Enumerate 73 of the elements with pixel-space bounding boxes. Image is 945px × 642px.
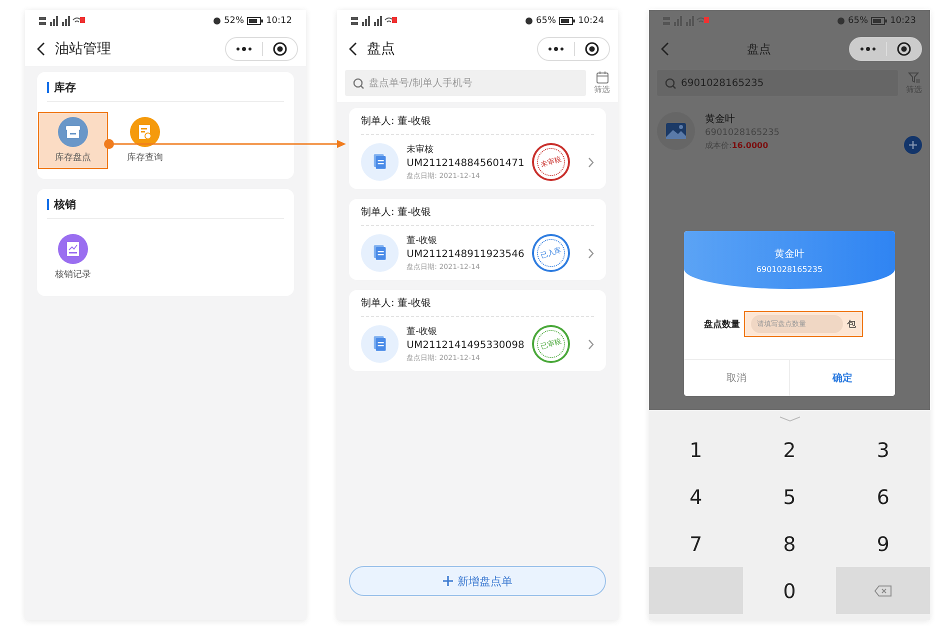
close-icon[interactable] [897, 42, 911, 56]
menu-item-label: 库存查询 [127, 152, 163, 164]
back-icon[interactable] [37, 42, 45, 56]
battery-icon [247, 17, 264, 25]
battery-percent: 65% [848, 16, 868, 26]
section-title: 核销 [54, 197, 76, 212]
alarm-icon [837, 17, 846, 25]
plus-icon [442, 576, 452, 586]
document-search-icon [130, 117, 160, 147]
capsule-menu[interactable] [537, 37, 610, 61]
signal-icon [39, 16, 85, 26]
menu-item-label: 库存盘点 [55, 152, 91, 164]
menu-item[interactable]: 核销记录 [38, 229, 108, 286]
document-icon [361, 325, 399, 363]
capsule-menu[interactable] [225, 37, 298, 61]
order-name: 董-收银 [406, 326, 438, 338]
menu-item-label: 核销记录 [55, 268, 91, 281]
calendar-icon [596, 71, 608, 84]
page-title: 盘点 [746, 40, 772, 58]
document-icon [361, 143, 399, 181]
page-title: 盘点 [367, 40, 396, 58]
battery-icon [871, 17, 888, 25]
order-name: 未审核 [406, 144, 435, 156]
filter-button[interactable]: 筛选 [594, 71, 610, 95]
box-icon [58, 117, 88, 147]
search-placeholder: 盘点单号/制单人手机号 [369, 76, 472, 90]
search-value: 6901028165235 [681, 78, 764, 88]
back-icon[interactable] [349, 42, 357, 56]
order-number: UM2112141495330098 [406, 340, 524, 351]
chart-icon [58, 234, 88, 264]
chevron-right-icon [588, 156, 594, 168]
chevron-right-icon [588, 338, 594, 350]
image-icon [657, 112, 695, 150]
unit-label: 包 [847, 318, 856, 330]
capsule-menu[interactable] [849, 37, 922, 61]
battery-percent: 65% [536, 16, 556, 26]
more-icon[interactable] [548, 47, 564, 51]
order-number: UM2112148911923546 [406, 249, 524, 260]
search-icon [353, 78, 364, 88]
order-maker: 制单人: 董-收银 [361, 296, 594, 317]
signal-icon [663, 16, 709, 26]
menu-item[interactable]: 库存盘点 [38, 112, 108, 169]
status-time: 10:12 [266, 16, 292, 26]
section-title: 库存 [54, 80, 76, 95]
order-name: 董-收银 [406, 234, 438, 247]
menu-item[interactable]: 库存查询 [110, 112, 180, 169]
page-title: 油站管理 [55, 40, 112, 58]
close-icon[interactable] [585, 42, 599, 56]
dialog-title: 黄金叶 [774, 248, 804, 260]
alarm-icon [525, 17, 534, 25]
search-icon [665, 78, 676, 88]
cancel-button[interactable]: 取消 [684, 360, 790, 396]
battery-icon [559, 17, 576, 25]
battery-percent: 52% [224, 16, 244, 26]
order-number: UM2112148845601471 [406, 158, 524, 169]
add-icon[interactable] [904, 136, 922, 154]
product-name: 黄金叶 [705, 112, 736, 126]
more-icon[interactable] [236, 47, 252, 51]
close-icon[interactable] [273, 42, 287, 56]
order-maker: 制单人: 董-收银 [361, 205, 594, 226]
funnel-icon [908, 72, 920, 84]
backspace-icon [874, 584, 892, 596]
field-label: 盘点数量 [704, 318, 740, 330]
order-maker: 制单人: 董-收银 [361, 114, 594, 135]
status-time: 10:24 [578, 16, 604, 26]
alarm-icon [213, 17, 222, 25]
chevron-right-icon [588, 248, 594, 258]
add-order-button[interactable]: 新增盘点单 [349, 566, 606, 596]
more-icon[interactable] [860, 47, 876, 51]
document-icon [361, 234, 399, 272]
signal-icon [351, 16, 397, 26]
dialog-code: 6901028165235 [756, 264, 823, 274]
status-time: 10:23 [890, 16, 916, 26]
